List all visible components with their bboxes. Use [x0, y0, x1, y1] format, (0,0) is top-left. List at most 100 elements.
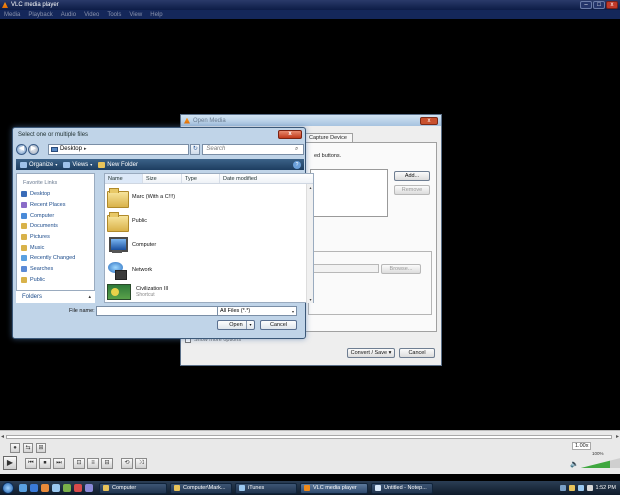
stop-button[interactable]: ⏹	[39, 457, 51, 469]
volume-slider[interactable]	[580, 458, 620, 468]
column-date-modified[interactable]: Date modified	[220, 174, 305, 183]
list-item[interactable]: Public	[107, 212, 147, 232]
nav-link-documents[interactable]: Documents	[17, 221, 94, 232]
internet-explorer-icon[interactable]	[30, 484, 38, 492]
chevron-right-icon[interactable]: ▸	[84, 146, 87, 152]
back-button[interactable]: ◀	[16, 143, 27, 155]
location-field[interactable]: Desktop ▸	[47, 143, 190, 155]
notepad-icon	[375, 485, 381, 491]
file-dialog-close-button[interactable]: x	[278, 130, 302, 139]
nav-link-desktop[interactable]: Desktop	[17, 189, 94, 200]
search-input[interactable]: Search ⌕	[202, 143, 304, 155]
views-label: Views	[72, 161, 89, 168]
file-type-select[interactable]: All Files (*.*) ▾	[217, 306, 297, 316]
nav-link-searches[interactable]: Searches	[17, 264, 94, 275]
search-icon[interactable]: ⌕	[295, 146, 303, 153]
open-media-cancel-button[interactable]: Cancel	[399, 348, 435, 358]
nav-link-pictures[interactable]: Pictures	[17, 232, 94, 243]
network-tray-icon[interactable]	[577, 485, 584, 491]
chevron-down-icon[interactable]: ▾	[246, 321, 254, 329]
folders-toggle[interactable]: Folders ▴	[16, 290, 95, 303]
snapshot-button[interactable]: ⊞	[36, 443, 46, 453]
search-placeholder: Search	[206, 146, 226, 152]
task-label: VLC media player	[313, 485, 357, 491]
loop-ab-button[interactable]: ⇆	[23, 443, 33, 453]
nav-link-recent-places[interactable]: Recent Places	[17, 200, 94, 211]
tray-icon[interactable]	[568, 485, 575, 491]
volume-tray-icon[interactable]	[586, 485, 593, 491]
add-button[interactable]: Add...	[394, 171, 430, 181]
menu-video[interactable]: Video	[84, 12, 99, 18]
task-button-vlc[interactable]: VLC media player	[300, 482, 368, 494]
minimize-button[interactable]: –	[580, 1, 592, 9]
seek-slider[interactable]	[6, 435, 612, 439]
views-button[interactable]: Views ▾	[63, 161, 92, 168]
column-name[interactable]: Name	[105, 174, 143, 183]
organize-button[interactable]: Organize ▾	[20, 161, 57, 168]
close-button[interactable]: x	[606, 1, 618, 9]
task-button-computer-mark[interactable]: Computer\Mark...	[170, 482, 232, 494]
app-icon[interactable]	[85, 484, 93, 492]
list-item[interactable]: Network	[107, 261, 152, 280]
task-button-computer[interactable]: Computer	[99, 482, 167, 494]
playlist-button[interactable]: ⊟	[101, 457, 113, 469]
list-item[interactable]: Marc (With a C!!!)	[107, 188, 175, 208]
extended-settings-button[interactable]: ≡	[87, 457, 99, 469]
itunes-icon[interactable]	[52, 484, 60, 492]
new-folder-button[interactable]: New Folder	[98, 161, 138, 168]
start-button[interactable]	[2, 482, 14, 494]
task-button-itunes[interactable]: iTunes	[235, 482, 297, 494]
vertical-scrollbar[interactable]: ▴ ▾	[306, 184, 313, 303]
fullscreen-button[interactable]: ⊡	[73, 457, 85, 469]
browse-button[interactable]: Browse...	[381, 264, 421, 274]
shuffle-button[interactable]: ⤨	[135, 457, 147, 469]
help-icon[interactable]: ?	[293, 160, 301, 169]
maximize-button[interactable]: □	[593, 1, 605, 9]
subtitle-path-input[interactable]	[313, 264, 379, 273]
next-button[interactable]: ⏭	[53, 457, 65, 469]
record-button[interactable]: ●	[10, 443, 20, 453]
task-button-notepad[interactable]: Untitled - Notep...	[371, 482, 433, 494]
app-icon[interactable]	[74, 484, 82, 492]
clock[interactable]: 1:52 PM	[596, 485, 616, 491]
menu-playback[interactable]: Playback	[28, 12, 52, 18]
task-label: Untitled - Notep...	[384, 485, 427, 491]
file-dialog-cancel-button[interactable]: Cancel	[260, 320, 297, 330]
nav-link-recently-changed[interactable]: Recently Changed	[17, 253, 94, 264]
remove-button[interactable]: Remove	[394, 185, 430, 195]
open-button[interactable]: Open ▾	[217, 320, 255, 330]
nav-link-public[interactable]: Public	[17, 275, 94, 286]
column-size[interactable]: Size	[143, 174, 182, 183]
forward-button[interactable]: ▶	[27, 143, 39, 155]
menu-help[interactable]: Help	[150, 12, 162, 18]
open-media-close-button[interactable]: x	[420, 116, 438, 125]
playback-speed[interactable]: 1.00x	[572, 442, 592, 450]
list-item[interactable]: Computer	[107, 236, 156, 254]
organize-icon	[20, 161, 27, 168]
menu-media[interactable]: Media	[4, 12, 20, 18]
column-type[interactable]: Type	[182, 174, 220, 183]
menu-view[interactable]: View	[129, 12, 142, 18]
volume-control[interactable]: 🔈 100%	[570, 451, 620, 468]
app-icon[interactable]	[63, 484, 71, 492]
speaker-icon[interactable]: 🔈	[570, 460, 579, 468]
play-button[interactable]: ▶	[3, 456, 17, 470]
nav-link-music[interactable]: Music	[17, 242, 94, 253]
tray-icon[interactable]	[559, 485, 566, 491]
task-buttons: Computer Computer\Mark... iTunes VLC med…	[99, 482, 433, 494]
scroll-down-icon[interactable]: ▾	[307, 296, 314, 303]
menu-tools[interactable]: Tools	[107, 12, 121, 18]
list-item[interactable]: Civilization III Shortcut	[107, 284, 168, 300]
nav-link-computer[interactable]: Computer	[17, 210, 94, 221]
file-list[interactable]	[310, 169, 388, 217]
firefox-icon[interactable]	[41, 484, 49, 492]
refresh-button[interactable]: ↻	[190, 143, 201, 155]
previous-button[interactable]: ⏮	[25, 457, 37, 469]
show-desktop-icon[interactable]	[19, 484, 27, 492]
vlc-cone-icon	[304, 485, 310, 491]
convert-save-button[interactable]: Convert / Save ▾	[347, 348, 395, 358]
menu-audio[interactable]: Audio	[61, 12, 76, 18]
scroll-up-icon[interactable]: ▴	[307, 184, 314, 191]
loop-button[interactable]: ⟲	[121, 457, 133, 469]
file-name-input[interactable]: ▾	[96, 306, 224, 316]
